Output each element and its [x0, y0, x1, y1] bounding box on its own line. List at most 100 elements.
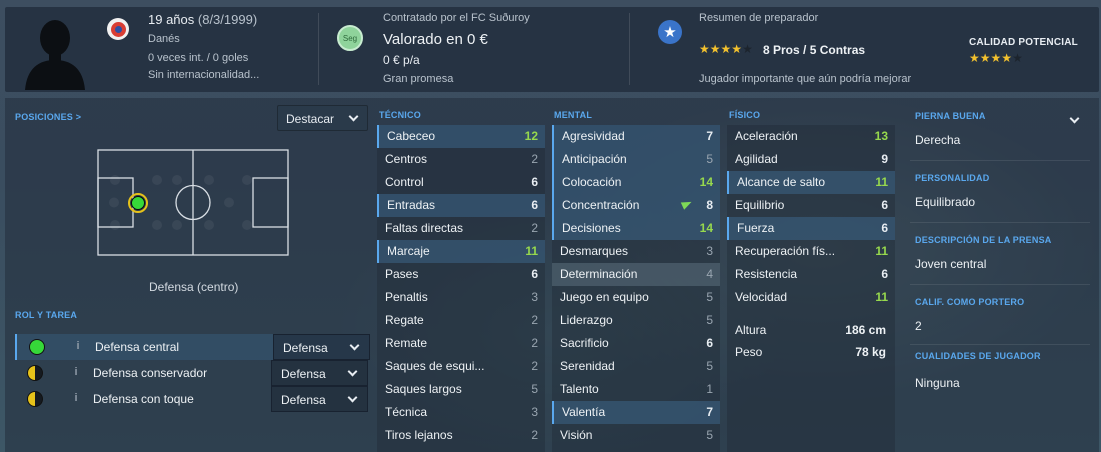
attribute-name: Sacrificio: [560, 336, 609, 350]
attribute-name: Desmarques: [560, 244, 629, 258]
physical-attribute-row[interactable]: Fuerza 6: [727, 217, 895, 240]
attribute-value: 6: [531, 267, 538, 281]
mental-attribute-row[interactable]: Concentración 8: [552, 194, 720, 217]
physical-attribute-row[interactable]: Agilidad 9: [727, 148, 895, 171]
role-suitability-icon: [27, 391, 43, 407]
potential-label: CALIDAD POTENCIAL: [969, 37, 1078, 48]
highlight-dropdown[interactable]: Destacar: [277, 105, 368, 131]
attribute-name: Cabeceo: [387, 129, 436, 143]
physical-attribute-row[interactable]: Equilibrio 6: [727, 194, 895, 217]
chevron-down-icon[interactable]: [1069, 113, 1080, 124]
mental-attribute-row[interactable]: Talento 1: [552, 378, 720, 401]
attribute-value: 6: [881, 221, 888, 235]
technical-attribute-row[interactable]: Marcaje 11: [377, 240, 545, 263]
mental-attribute-row[interactable]: Anticipación 5: [552, 148, 720, 171]
technical-attribute-row[interactable]: Tiros lejanos 2: [377, 424, 545, 447]
role-suitability-icon: [27, 365, 43, 381]
attribute-name: Saques largos: [385, 382, 462, 396]
wage-label: 0 € p/a: [383, 53, 420, 67]
media-description-value: Joven central: [915, 257, 987, 271]
contract-label[interactable]: Contratado por el FC Suðuroy: [383, 12, 530, 24]
mental-attribute-row[interactable]: Determinación 4: [552, 263, 720, 286]
attribute-name: Recuperación fís...: [735, 244, 836, 258]
attribute-value: 9: [881, 152, 888, 166]
attribute-value: 11: [875, 175, 888, 189]
technical-attribute-row[interactable]: Cabeceo 12: [377, 125, 545, 148]
nationality-label: Danés: [148, 33, 180, 45]
physical-attribute-row[interactable]: Aceleración 13: [727, 125, 895, 148]
mental-attribute-row[interactable]: Serenidad 5: [552, 355, 720, 378]
mental-attribute-row[interactable]: Desmarques 3: [552, 240, 720, 263]
caps-label: 0 veces int. / 0 goles: [148, 52, 249, 64]
status-label: Gran promesa: [383, 73, 454, 85]
role-name: Defensa central: [95, 340, 180, 354]
duty-dropdown[interactable]: Defensa: [273, 334, 370, 360]
physical-attribute-row[interactable]: Alcance de salto 11: [727, 171, 895, 194]
attribute-name: Determinación: [560, 267, 638, 281]
attribute-value: 2: [531, 313, 538, 327]
chevron-down-icon: [347, 366, 358, 377]
technical-attribute-row[interactable]: Saques largos 5: [377, 378, 545, 401]
technical-attribute-row[interactable]: Regate 2: [377, 309, 545, 332]
potential-ability-stars: ★★★★★: [969, 51, 1023, 65]
info-icon[interactable]: i: [71, 392, 81, 405]
highlight-dropdown-label: Destacar: [286, 112, 335, 126]
attribute-name: Faltas directas: [385, 221, 464, 235]
mental-attribute-row[interactable]: Sacrificio 6: [552, 332, 720, 355]
technical-attribute-row[interactable]: Control 6: [377, 171, 545, 194]
roles-title: ROL Y TAREA: [15, 310, 78, 320]
duty-dropdown[interactable]: Defensa: [271, 360, 368, 386]
technical-attribute-row[interactable]: Remate 2: [377, 332, 545, 355]
attribute-name: Resistencia: [735, 267, 798, 281]
mental-attribute-row[interactable]: Liderazgo 5: [552, 309, 720, 332]
physical-attribute-row[interactable]: Recuperación fís... 11: [727, 240, 895, 263]
attribute-value: 2: [531, 359, 538, 373]
media-description-title: DESCRIPCIÓN DE LA PRENSA: [915, 235, 1052, 245]
attribute-name: Concentración: [562, 198, 640, 212]
role-row[interactable]: i Defensa central Defensa: [15, 334, 370, 360]
technical-attribute-row[interactable]: Técnica 3: [377, 401, 545, 424]
attribute-value: 5: [531, 382, 538, 396]
physical-attribute-row[interactable]: Velocidad 11: [727, 286, 895, 309]
duty-label: Defensa: [281, 393, 326, 407]
physical-title: FÍSICO: [729, 110, 761, 120]
technical-attribute-row[interactable]: Pases 6: [377, 263, 545, 286]
role-row[interactable]: i Defensa conservador Defensa: [15, 360, 369, 386]
attribute-value: 5: [706, 313, 713, 327]
star-icon: ★: [731, 42, 743, 56]
technical-attribute-row[interactable]: Faltas directas 2: [377, 217, 545, 240]
attribute-name: Liderazgo: [560, 313, 613, 327]
physical-attribute-row[interactable]: Resistencia 6: [727, 263, 895, 286]
attribute-value: 6: [881, 198, 888, 212]
attribute-name: Juego en equipo: [560, 290, 649, 304]
attribute-value: 8: [706, 198, 713, 212]
technical-attribute-row[interactable]: Penaltis 3: [377, 286, 545, 309]
positions-title[interactable]: POSICIONES >: [15, 112, 81, 122]
info-icon[interactable]: i: [71, 366, 81, 379]
technical-attribute-row[interactable]: Centros 2: [377, 148, 545, 171]
attribute-value: 11: [525, 244, 538, 258]
info-icon[interactable]: i: [73, 340, 83, 353]
mental-attribute-row[interactable]: Decisiones 14: [552, 217, 720, 240]
personality-title: PERSONALIDAD: [915, 173, 990, 183]
mental-attribute-row[interactable]: Agresividad 7: [552, 125, 720, 148]
mental-attribute-row[interactable]: Colocación 14: [552, 171, 720, 194]
star-icon: ★: [709, 42, 721, 56]
pros-cons-label[interactable]: 8 Pros / 5 Contras: [763, 43, 865, 57]
star-icon: ★: [720, 42, 732, 56]
technical-attribute-row[interactable]: Saques de esqui... 2: [377, 355, 545, 378]
technical-attribute-row[interactable]: Entradas 6: [377, 194, 545, 217]
role-row[interactable]: i Defensa con toque Defensa: [15, 386, 369, 412]
role-name: Defensa conservador: [93, 366, 208, 380]
mental-attribute-row[interactable]: Visión 5: [552, 424, 720, 447]
scout-summary: Jugador importante que aún podría mejora…: [699, 73, 912, 85]
attribute-value: 2: [531, 152, 538, 166]
mental-attribute-row[interactable]: Valentía 7: [552, 401, 720, 424]
mental-attributes: Agresividad 7 Anticipación 5 Colocación 14 Con…: [552, 125, 720, 447]
attribute-value: 11: [875, 244, 888, 258]
duty-dropdown[interactable]: Defensa: [271, 386, 368, 412]
attribute-name: Centros: [385, 152, 428, 166]
value-label: Valorado en 0 €: [383, 31, 488, 48]
mental-attribute-row[interactable]: Juego en equipo 5: [552, 286, 720, 309]
star-icon: ★: [969, 51, 980, 65]
